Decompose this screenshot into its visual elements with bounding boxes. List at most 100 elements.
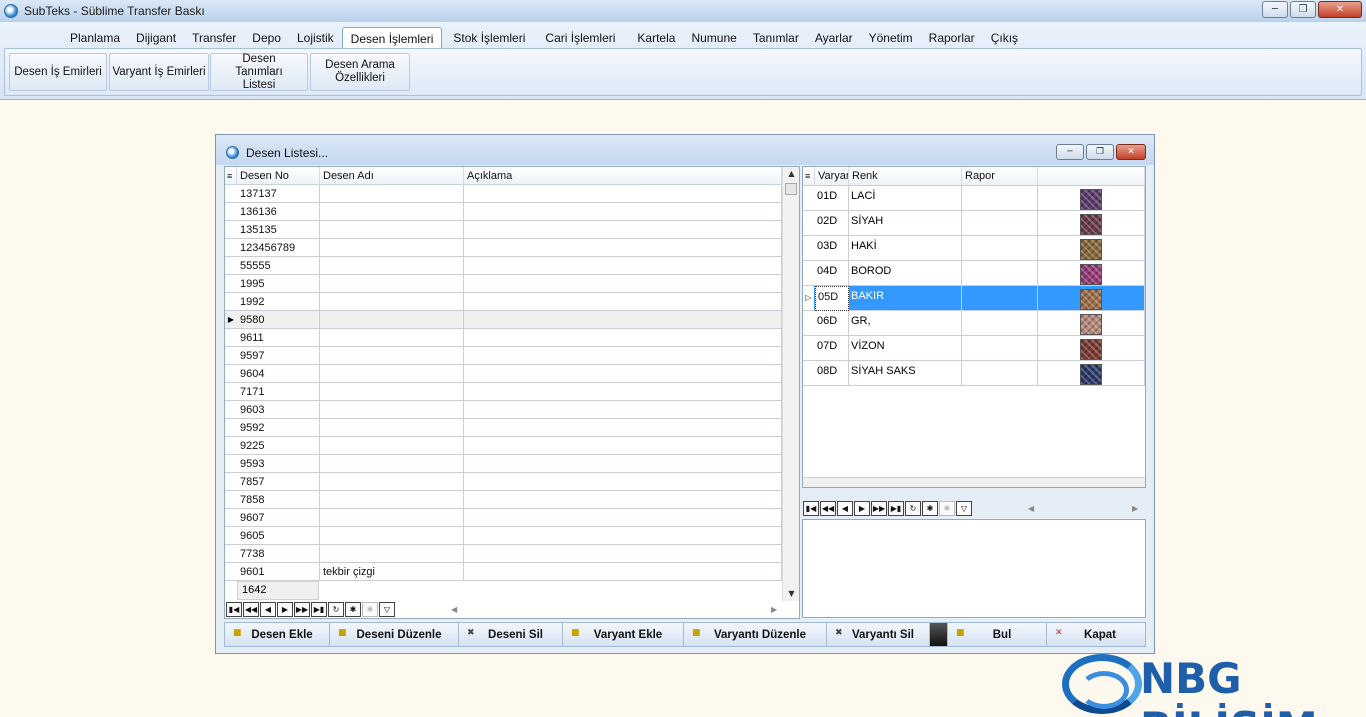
tab-stok-islemleri[interactable]: Stok İşlemleri: [445, 27, 533, 49]
varyant-cell-varyant[interactable]: 01D: [815, 186, 849, 211]
varyant-row[interactable]: 06D GR,: [803, 311, 1145, 336]
table-cell[interactable]: [320, 185, 464, 203]
varyant-hscroll-left-icon[interactable]: ◀: [1028, 504, 1034, 513]
table-cell[interactable]: [464, 437, 782, 455]
varyant-cell-rapor[interactable]: [962, 186, 1038, 211]
table-row[interactable]: 135135: [225, 221, 782, 239]
varyant-cell-renk[interactable]: BOROD: [849, 261, 962, 286]
table-row[interactable]: 9593: [225, 455, 782, 473]
varyant-hscroll-right-icon[interactable]: ▶: [1132, 504, 1138, 513]
row-indicator[interactable]: [225, 221, 237, 238]
table-row[interactable]: 9601 tekbir çizgi: [225, 563, 782, 581]
minimize-icon[interactable]: ─: [1262, 1, 1288, 18]
table-cell[interactable]: 9603: [237, 401, 320, 419]
table-row[interactable]: 9592: [225, 419, 782, 437]
table-cell[interactable]: 9611: [237, 329, 320, 347]
tab-transfer[interactable]: Transfer: [184, 27, 244, 49]
tab-desen-islemleri[interactable]: Desen İşlemleri: [341, 27, 443, 49]
table-cell[interactable]: [320, 419, 464, 437]
table-cell[interactable]: 137137: [237, 185, 320, 203]
close-icon[interactable]: ✕: [1318, 1, 1362, 18]
table-cell[interactable]: tekbir çizgi: [320, 563, 464, 581]
varyant-filter-icon[interactable]: ▽: [956, 501, 972, 516]
table-row[interactable]: 9225: [225, 437, 782, 455]
table-cell[interactable]: 9593: [237, 455, 320, 473]
table-row[interactable]: 7857: [225, 473, 782, 491]
varyant-cell-varyant[interactable]: 04D: [815, 261, 849, 286]
table-cell[interactable]: [464, 401, 782, 419]
varyant-row[interactable]: ▷ 05D BAKIR: [803, 286, 1145, 311]
table-cell[interactable]: [320, 383, 464, 401]
varyant-cell-renk[interactable]: SİYAH SAKS: [849, 361, 962, 386]
table-row[interactable]: 1992: [225, 293, 782, 311]
varyant-cell-renk[interactable]: GR,: [849, 311, 962, 336]
table-row[interactable]: ▶ 9580: [225, 311, 782, 329]
table-cell[interactable]: [320, 221, 464, 239]
varyanti-duzenle-button[interactable]: ■ Varyantı Düzenle: [684, 623, 827, 646]
varyant-cell-renk[interactable]: HAKİ: [849, 236, 962, 261]
table-cell[interactable]: 9607: [237, 509, 320, 527]
table-cell[interactable]: [320, 545, 464, 563]
row-indicator[interactable]: [225, 257, 237, 274]
filter-icon[interactable]: ▽: [379, 602, 395, 617]
table-cell[interactable]: [320, 473, 464, 491]
table-cell[interactable]: 9605: [237, 527, 320, 545]
varyant-row[interactable]: 03D HAKİ: [803, 236, 1145, 261]
row-indicator[interactable]: [225, 419, 237, 436]
tab-lojistik[interactable]: Lojistik: [289, 27, 342, 49]
desen-tanimlari-listesi-button[interactable]: Desen Tanımları Listesi: [210, 53, 308, 91]
varyant-is-emirleri-button[interactable]: Varyant İş Emirleri: [109, 53, 209, 91]
varyant-cell-varyant[interactable]: 05D: [815, 286, 849, 311]
varyant-prev-page-icon[interactable]: ◀◀: [820, 501, 836, 516]
table-cell[interactable]: 1992: [237, 293, 320, 311]
table-row[interactable]: 123456789: [225, 239, 782, 257]
row-indicator[interactable]: [803, 361, 814, 385]
hscroll-left-icon[interactable]: ◀: [451, 605, 457, 614]
row-indicator[interactable]: [225, 455, 237, 472]
prev-record-icon[interactable]: ◀: [260, 602, 276, 617]
varyant-cell-rapor[interactable]: [962, 361, 1038, 386]
column-chooser-icon[interactable]: ≡: [225, 167, 237, 185]
tab-kartela[interactable]: Kartela: [629, 27, 683, 49]
table-cell[interactable]: [464, 347, 782, 365]
table-cell[interactable]: [320, 329, 464, 347]
tab-depo[interactable]: Depo: [244, 27, 289, 49]
table-cell[interactable]: 55555: [237, 257, 320, 275]
varyant-next-page-icon[interactable]: ▶▶: [871, 501, 887, 516]
table-cell[interactable]: [464, 275, 782, 293]
row-indicator[interactable]: [225, 509, 237, 526]
table-cell[interactable]: [464, 419, 782, 437]
row-indicator[interactable]: [803, 311, 814, 335]
varyant-refresh-icon[interactable]: ↻: [905, 501, 921, 516]
table-cell[interactable]: [464, 365, 782, 383]
row-indicator[interactable]: [803, 236, 814, 260]
row-indicator[interactable]: [225, 293, 237, 310]
table-row[interactable]: 7738: [225, 545, 782, 563]
varyant-bookmark-icon[interactable]: ✱: [922, 501, 938, 516]
prev-page-icon[interactable]: ◀◀: [243, 602, 259, 617]
table-cell[interactable]: [464, 527, 782, 545]
table-cell[interactable]: [464, 185, 782, 203]
table-cell[interactable]: [464, 239, 782, 257]
varyant-cell-rapor[interactable]: [962, 211, 1038, 236]
desen-is-emirleri-button[interactable]: Desen İş Emirleri: [9, 53, 107, 91]
table-cell[interactable]: [464, 203, 782, 221]
table-cell[interactable]: [320, 491, 464, 509]
varyant-prev-record-icon[interactable]: ◀: [837, 501, 853, 516]
row-indicator[interactable]: [225, 545, 237, 562]
scroll-thumb[interactable]: [785, 183, 797, 195]
next-page-icon[interactable]: ▶▶: [294, 602, 310, 617]
table-row[interactable]: 9604: [225, 365, 782, 383]
child-close-icon[interactable]: ✕: [1116, 144, 1146, 160]
child-minimize-icon[interactable]: ─: [1056, 144, 1084, 160]
varyant-first-record-icon[interactable]: ▮◀: [803, 501, 819, 516]
varyant-cell-varyant[interactable]: 03D: [815, 236, 849, 261]
table-cell[interactable]: [320, 527, 464, 545]
table-row[interactable]: 7858: [225, 491, 782, 509]
table-cell[interactable]: [320, 365, 464, 383]
row-indicator-icon[interactable]: ▷: [803, 286, 814, 310]
table-row[interactable]: 55555: [225, 257, 782, 275]
table-cell[interactable]: 123456789: [237, 239, 320, 257]
column-image[interactable]: [1038, 167, 1145, 185]
table-cell[interactable]: [464, 311, 782, 329]
